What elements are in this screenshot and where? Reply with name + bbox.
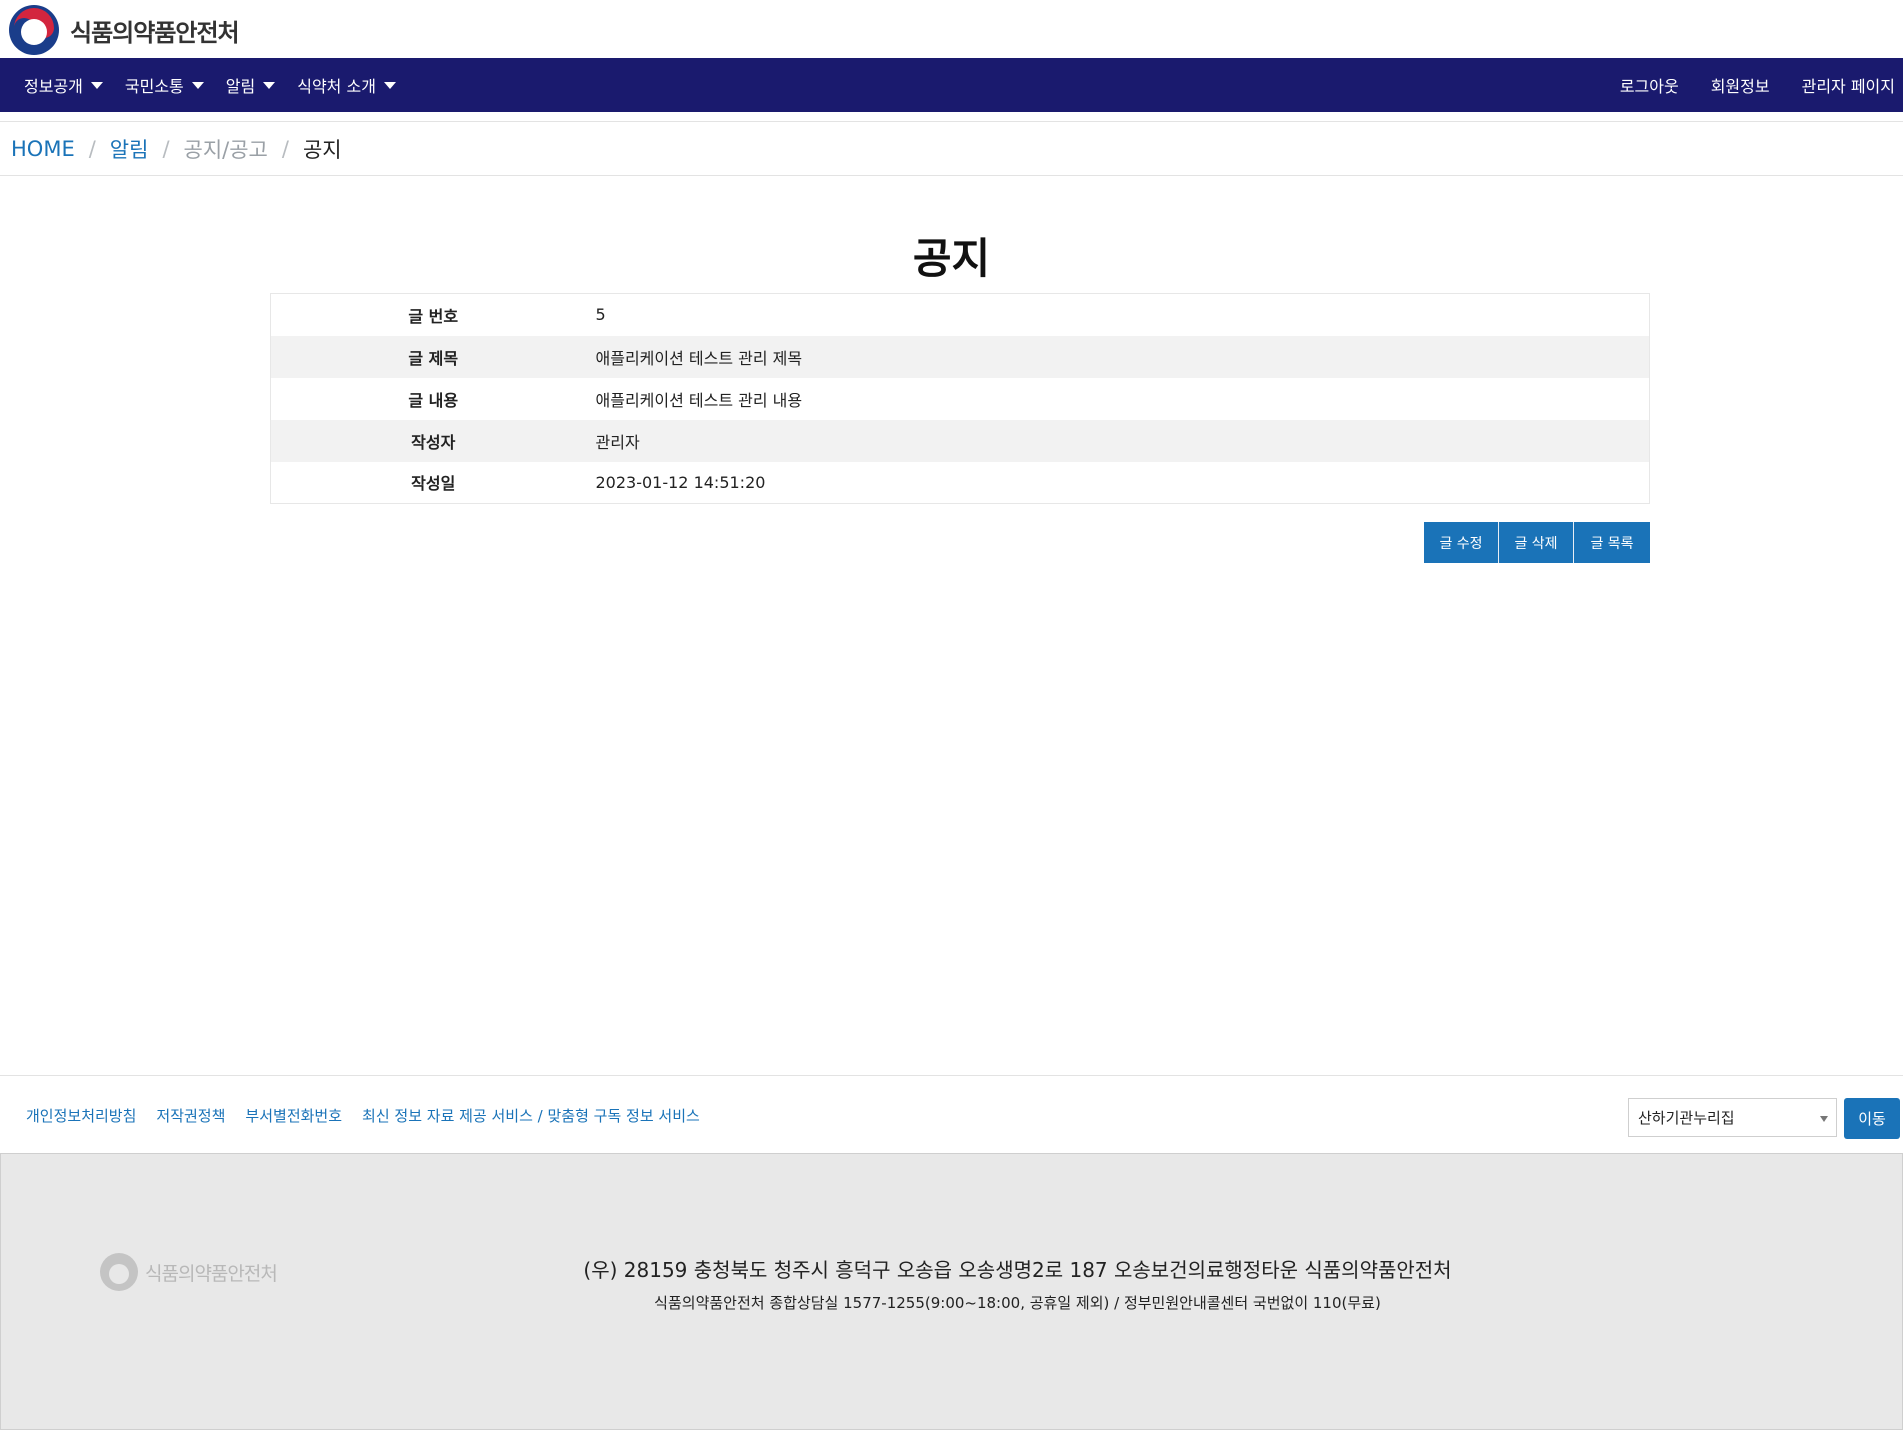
table-row: 글 번호 5 (271, 294, 1650, 336)
department-phone-link[interactable]: 부서별전화번호 (245, 1105, 342, 1126)
logo-text: 식품의약품안전처 (70, 18, 240, 47)
privacy-policy-link[interactable]: 개인정보처리방침 (26, 1105, 136, 1126)
nav-label: 알림 (225, 77, 256, 96)
breadcrumb-notices[interactable]: 알림 (110, 134, 149, 164)
select-arrow-icon (1820, 1116, 1828, 1122)
government-emblem-icon (9, 5, 59, 55)
edit-post-button[interactable]: 글 수정 (1424, 522, 1499, 563)
row-label: 글 제목 (270, 335, 596, 378)
breadcrumb: HOME / 알림 / 공지/공고 / 공지 (0, 121, 1903, 176)
top-header: 식품의약품안전처 (0, 0, 1903, 58)
affiliated-sites-select[interactable]: 산하기관누리집 (1628, 1098, 1837, 1137)
footer-address: (우) 28159 충청북도 청주시 흥덕구 오송읍 오송생명2로 187 오송… (583, 1258, 1452, 1282)
logout-link[interactable]: 로그아웃 (1620, 73, 1679, 97)
row-value: 관리자 (595, 419, 1650, 462)
post-action-buttons: 글 수정 글 삭제 글 목록 (1424, 522, 1650, 563)
caret-down-icon (191, 81, 204, 89)
footer-links-bar: 개인정보처리방침 저작권정책 부서별전화번호 최신 정보 자료 제공 서비스 /… (0, 1075, 1903, 1154)
admin-page-link[interactable]: 관리자 페이지 (1802, 73, 1895, 97)
site-logo[interactable]: 식품의약품안전처 (8, 4, 240, 56)
breadcrumb-separator: / (281, 136, 289, 161)
breadcrumb-announcements: 공지/공고 (183, 137, 268, 162)
nav-label: 식약처 소개 (297, 77, 376, 96)
nav-item-info-disclosure[interactable]: 정보공개 (24, 73, 103, 97)
member-info-link[interactable]: 회원정보 (1711, 73, 1770, 97)
caret-down-icon (263, 81, 276, 89)
row-label: 글 번호 (408, 306, 459, 326)
post-detail-table: 글 번호 5 글 제목 애플리케이션 테스트 관리 제목 글 내용 애플리케이션… (270, 293, 1650, 504)
row-label: 작성일 (411, 474, 456, 494)
row-label: 글 내용 (408, 390, 459, 410)
table-row: 글 제목 애플리케이션 테스트 관리 제목 (270, 335, 1650, 378)
main-navbar: 정보공개 국민소통 알림 식약처 소개 로그아웃 회원정보 관리자 페이지 (0, 58, 1903, 112)
footer-links: 개인정보처리방침 저작권정책 부서별전화번호 최신 정보 자료 제공 서비스 /… (26, 1076, 720, 1155)
user-menu: 로그아웃 회원정보 관리자 페이지 (1588, 58, 1895, 112)
caret-down-icon (90, 81, 103, 89)
nav-menu: 정보공개 국민소통 알림 식약처 소개 (24, 58, 418, 112)
footer-info: 식품의약품안전처 (우) 28159 충청북도 청주시 흥덕구 오송읍 오송생명… (0, 1154, 1903, 1430)
nav-item-communication[interactable]: 국민소통 (125, 73, 204, 97)
go-button[interactable]: 이동 (1844, 1098, 1900, 1139)
copyright-policy-link[interactable]: 저작권정책 (156, 1105, 225, 1126)
row-value: 애플리케이션 테스트 관리 제목 (595, 335, 1650, 378)
nav-label: 국민소통 (124, 77, 184, 96)
breadcrumb-current: 공지 (302, 137, 342, 162)
breadcrumb-separator: / (88, 136, 96, 161)
post-list-button[interactable]: 글 목록 (1574, 522, 1650, 563)
breadcrumb-separator: / (162, 136, 170, 161)
nav-label: 정보공개 (24, 77, 83, 96)
subscription-service-link[interactable]: 최신 정보 자료 제공 서비스 / 맞춤형 구독 정보 서비스 (362, 1105, 700, 1126)
table-row: 글 내용 애플리케이션 테스트 관리 내용 (271, 378, 1650, 420)
row-value: 5 (595, 305, 606, 325)
caret-down-icon (383, 81, 396, 89)
footer-contact: 식품의약품안전처 종합상담실 1577-1255(9:00~18:00, 공휴일… (654, 1294, 1381, 1312)
nav-item-about[interactable]: 식약처 소개 (297, 73, 396, 97)
nav-item-notices[interactable]: 알림 (225, 73, 276, 97)
breadcrumb-home[interactable]: HOME (11, 137, 75, 161)
row-label: 작성자 (270, 419, 596, 462)
row-value: 애플리케이션 테스트 관리 내용 (595, 390, 803, 410)
delete-post-button[interactable]: 글 삭제 (1499, 522, 1574, 563)
row-value: 2023-01-12 14:51:20 (595, 472, 766, 492)
table-row: 작성일 2023-01-12 14:51:20 (271, 462, 1650, 504)
page-title: 공지 (912, 234, 991, 283)
table-row: 작성자 관리자 (270, 419, 1650, 462)
select-value: 산하기관누리집 (1638, 1109, 1735, 1127)
